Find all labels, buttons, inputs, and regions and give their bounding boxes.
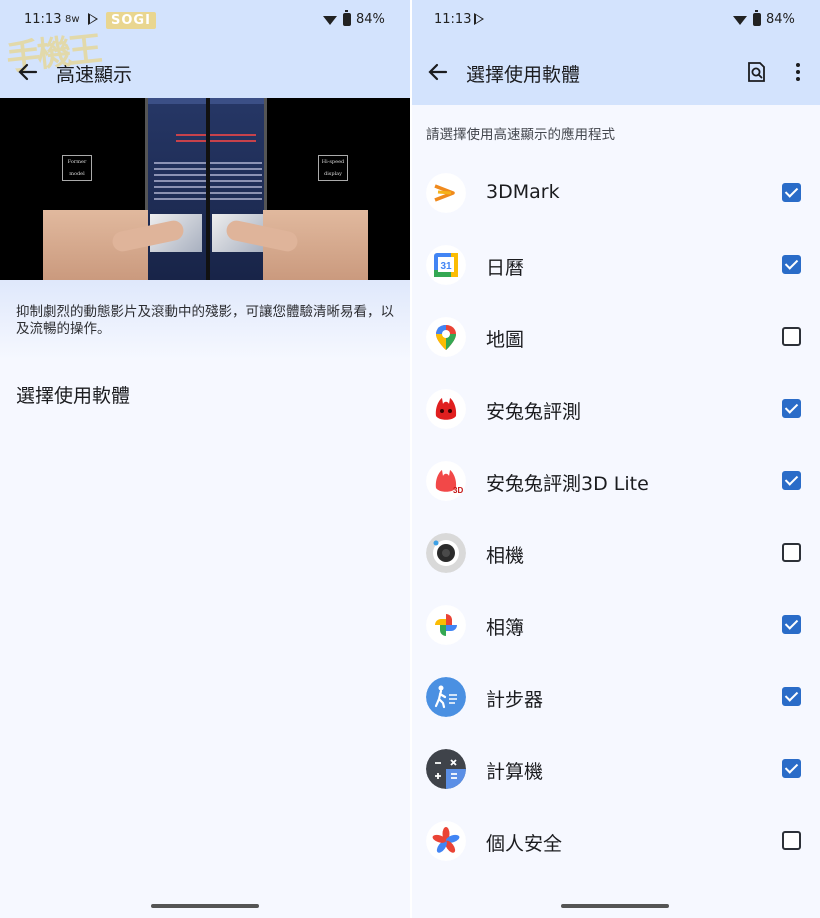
list-item-antutu-3d[interactable]: 3D 安兔兔評測3D Lite <box>410 445 820 517</box>
right-screen: 11:13 84% 選擇使用軟體 請選擇使用高速顯示的應用程式 3DMark 3… <box>410 0 820 918</box>
pedometer-icon <box>426 677 466 717</box>
app-checkbox[interactable] <box>782 255 801 274</box>
list-item-personal-safety[interactable]: 個人安全 <box>410 805 820 877</box>
calculator-icon <box>426 749 466 789</box>
app-name: 安兔兔評測 <box>486 401 582 423</box>
battery-icon <box>753 10 761 26</box>
app-name: 計算機 <box>486 761 544 783</box>
personal-safety-icon <box>426 821 466 861</box>
app-name: 相簿 <box>486 617 525 639</box>
app-checkbox[interactable] <box>782 615 801 634</box>
list-subtitle: 請選擇使用高速顯示的應用程式 <box>426 127 615 143</box>
list-item-calculator[interactable]: 計算機 <box>410 733 820 805</box>
app-name: 個人安全 <box>486 833 563 855</box>
app-checkbox[interactable] <box>782 831 801 850</box>
demo-phone-screen <box>145 98 267 280</box>
app-checkbox[interactable] <box>782 399 801 418</box>
calendar-icon: 31 <box>426 245 466 285</box>
camera-icon <box>426 533 466 573</box>
page-title: 選擇使用軟體 <box>466 64 581 86</box>
battery-percent: 84% <box>356 12 385 27</box>
3dmark-icon <box>426 173 466 213</box>
more-options-icon[interactable] <box>782 56 814 88</box>
app-checkbox[interactable] <box>782 183 801 202</box>
page-title: 高速顯示 <box>56 64 133 86</box>
app-checkbox[interactable] <box>782 327 801 346</box>
app-bar: 選擇使用軟體 <box>410 48 820 96</box>
left-screen: 11:13 8w 84% 手機王 SOGI 高速顯示 Former model … <box>0 0 410 918</box>
photos-icon <box>426 605 466 645</box>
list-item-antutu[interactable]: 安兔兔評測 <box>410 373 820 445</box>
gesture-nav-bar[interactable] <box>561 904 669 908</box>
back-arrow-icon[interactable] <box>422 56 454 88</box>
screen-divider <box>410 0 412 918</box>
battery-percent: 84% <box>766 12 795 27</box>
search-settings-icon[interactable] <box>740 56 772 88</box>
app-checkbox[interactable] <box>782 543 801 562</box>
app-name: 計步器 <box>486 689 544 711</box>
feature-description: 抑制劇烈的動態影片及滾動中的殘影，可讓您體驗清晰易看，以及流暢的操作。 <box>16 304 394 337</box>
list-item-camera[interactable]: 相機 <box>410 517 820 589</box>
antutu-icon <box>426 389 466 429</box>
app-name: 3DMark <box>486 181 560 203</box>
maps-icon <box>426 317 466 357</box>
status-bar: 11:13 84% <box>410 0 820 40</box>
hi-speed-label: Hi-speed display <box>318 155 348 181</box>
app-checkbox[interactable] <box>782 759 801 778</box>
play-store-icon <box>474 13 484 25</box>
list-item-calendar[interactable]: 31 日曆 <box>410 229 820 301</box>
wifi-icon <box>733 16 747 25</box>
status-time: 11:13 <box>434 12 472 27</box>
svg-text:31: 31 <box>440 261 452 272</box>
battery-icon <box>343 10 351 26</box>
gesture-nav-bar[interactable] <box>151 904 259 908</box>
svg-text:3D: 3D <box>453 486 463 495</box>
list-item-3dmark[interactable]: 3DMark <box>410 157 820 229</box>
app-name: 相機 <box>486 545 525 567</box>
app-name: 地圖 <box>486 329 525 351</box>
app-bar: 高速顯示 <box>0 48 410 96</box>
app-name: 安兔兔評測3D Lite <box>486 473 649 495</box>
back-arrow-icon[interactable] <box>12 56 44 88</box>
antutu-3d-icon: 3D <box>426 461 466 501</box>
app-checkbox[interactable] <box>782 687 801 706</box>
app-checkbox[interactable] <box>782 471 801 490</box>
list-item-pedometer[interactable]: 計步器 <box>410 661 820 733</box>
list-item-photos[interactable]: 相簿 <box>410 589 820 661</box>
wifi-icon <box>323 16 337 25</box>
app-name: 日曆 <box>486 257 525 279</box>
former-model-label: Former model <box>62 155 92 181</box>
select-apps-item[interactable]: 選擇使用軟體 <box>16 381 130 408</box>
demo-video[interactable]: Former model Hi-speed display <box>0 98 410 280</box>
list-item-maps[interactable]: 地圖 <box>410 301 820 373</box>
watermark-badge: SOGI <box>106 12 156 29</box>
